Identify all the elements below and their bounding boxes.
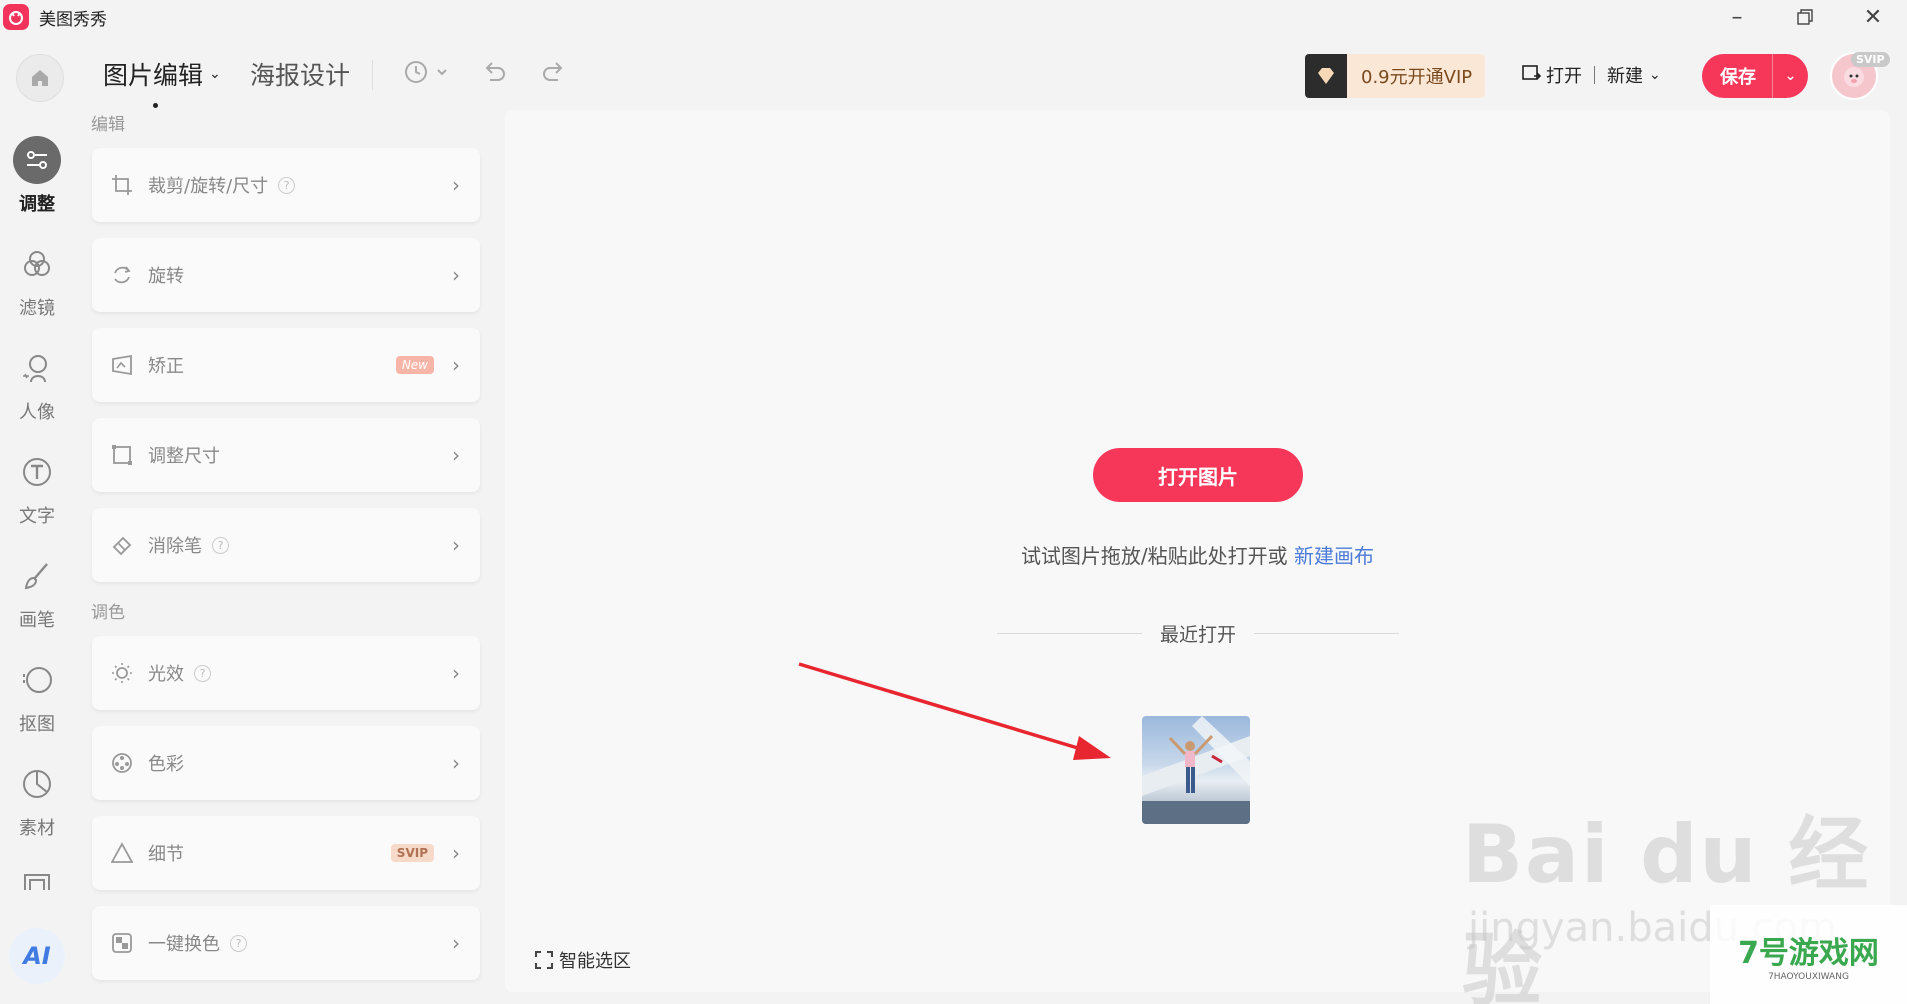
toolbar-divider bbox=[372, 60, 373, 90]
divider bbox=[997, 633, 1142, 634]
vip-button[interactable]: 0.9元开通VIP bbox=[1305, 54, 1485, 98]
tab-image-edit[interactable]: 图片编辑 ⌄ bbox=[103, 56, 221, 108]
detail-icon bbox=[110, 841, 134, 865]
rail-item-filter[interactable]: 滤镜 bbox=[0, 240, 74, 320]
panel-item-light[interactable]: 光效 ? › bbox=[92, 636, 480, 710]
active-tab-dot bbox=[153, 103, 158, 108]
history-icon[interactable] bbox=[402, 58, 448, 93]
open-new-group: 打开 新建 ⌄ bbox=[1522, 62, 1661, 88]
panel-item-correct[interactable]: 矫正 New › bbox=[92, 328, 480, 402]
section-title-color: 调色 bbox=[91, 603, 125, 623]
chevron-right-icon: › bbox=[452, 353, 460, 377]
rail-item-portrait[interactable]: 人像 bbox=[0, 344, 74, 424]
smart-select-button[interactable]: 智能选区 bbox=[535, 947, 631, 973]
chevron-down-icon: ⌄ bbox=[209, 66, 221, 82]
correct-icon bbox=[110, 353, 134, 377]
help-icon[interactable]: ? bbox=[212, 536, 229, 554]
help-icon[interactable]: ? bbox=[194, 664, 211, 682]
chevron-right-icon: › bbox=[452, 533, 460, 557]
chevron-right-icon: › bbox=[452, 443, 460, 467]
adjust-panel: 编辑 裁剪/旋转/尺寸 ? › 旋转 › 矫正 New › 调整尺寸 › 消除笔… bbox=[74, 110, 484, 1004]
svip-tag: SVIP bbox=[390, 844, 434, 862]
rail-item-adjust[interactable]: 调整 bbox=[0, 136, 74, 216]
panel-item-recolor[interactable]: 一键换色 ? › bbox=[92, 906, 480, 980]
undo-icon[interactable] bbox=[480, 58, 508, 93]
close-icon[interactable]: ✕ bbox=[1839, 0, 1907, 34]
chevron-right-icon: › bbox=[452, 263, 460, 287]
light-icon bbox=[110, 661, 134, 685]
color-icon bbox=[110, 751, 134, 775]
filter-icon bbox=[13, 240, 61, 288]
new-button[interactable]: 新建 bbox=[1607, 62, 1643, 88]
left-rail: 调整 滤镜 人像 文字 画笔 抠图 素材 AI bbox=[0, 130, 74, 1004]
home-icon bbox=[32, 70, 48, 86]
chevron-right-icon: › bbox=[452, 173, 460, 197]
panel-item-detail[interactable]: 细节 SVIP › bbox=[92, 816, 480, 890]
app-logo-icon bbox=[3, 4, 29, 30]
help-icon[interactable]: ? bbox=[278, 176, 296, 194]
rotate-icon bbox=[110, 263, 134, 287]
rail-item-text[interactable]: 文字 bbox=[0, 448, 74, 528]
brush-icon bbox=[13, 552, 61, 600]
chevron-down-icon[interactable]: ⌄ bbox=[1649, 67, 1661, 83]
text-icon bbox=[13, 448, 61, 496]
panel-item-crop[interactable]: 裁剪/旋转/尺寸 ? › bbox=[92, 148, 480, 222]
new-canvas-link[interactable]: 新建画布 bbox=[1294, 544, 1374, 568]
new-badge: New bbox=[395, 356, 434, 374]
panel-item-color[interactable]: 色彩 › bbox=[92, 726, 480, 800]
top-toolbar: 图片编辑 ⌄ 海报设计 0.9元开通VIP 打开 新建 ⌄ 保存 ⌄ SVIP bbox=[0, 36, 1907, 114]
rail-item-sticker[interactable]: 素材 bbox=[0, 760, 74, 840]
recolor-icon bbox=[110, 931, 134, 955]
divider bbox=[1594, 66, 1595, 84]
open-button[interactable]: 打开 bbox=[1546, 62, 1582, 88]
smart-select-icon bbox=[535, 951, 553, 969]
save-button[interactable]: 保存 ⌄ bbox=[1702, 54, 1808, 98]
chevron-right-icon: › bbox=[452, 661, 460, 685]
eraser-icon bbox=[110, 533, 134, 557]
panel-item-rotate[interactable]: 旋转 › bbox=[92, 238, 480, 312]
open-image-button[interactable]: 打开图片 bbox=[1093, 448, 1303, 502]
frame-icon bbox=[13, 872, 61, 890]
section-title-edit: 编辑 bbox=[91, 115, 125, 135]
recent-image-thumbnail[interactable] bbox=[1142, 716, 1250, 824]
rail-item-frame-partial[interactable] bbox=[0, 872, 74, 896]
rail-item-ai[interactable]: AI bbox=[0, 928, 74, 990]
divider bbox=[1254, 633, 1400, 634]
minimize-icon[interactable]: – bbox=[1703, 0, 1771, 34]
site-watermark: 7号游戏网 7HAOYOUXIWANG bbox=[1710, 905, 1907, 1004]
portrait-icon bbox=[13, 344, 61, 392]
ai-icon: AI bbox=[9, 928, 65, 984]
recent-header: 最近打开 bbox=[997, 620, 1400, 647]
save-dropdown-chevron-icon[interactable]: ⌄ bbox=[1772, 54, 1808, 98]
home-button[interactable] bbox=[16, 54, 64, 102]
chevron-right-icon: › bbox=[452, 841, 460, 865]
tab-poster-design[interactable]: 海报设计 bbox=[250, 56, 350, 92]
annotation-arrow bbox=[798, 662, 1111, 760]
rail-item-brush[interactable]: 画笔 bbox=[0, 552, 74, 632]
crop-icon bbox=[110, 173, 134, 197]
restore-icon[interactable] bbox=[1771, 0, 1839, 34]
panel-item-eraser[interactable]: 消除笔 ? › bbox=[92, 508, 480, 582]
open-file-icon[interactable] bbox=[1522, 64, 1542, 87]
redo-icon[interactable] bbox=[540, 58, 568, 93]
resize-icon bbox=[110, 443, 134, 467]
app-title: 美图秀秀 bbox=[39, 9, 107, 30]
sticker-icon bbox=[13, 760, 61, 808]
svip-badge: SVIP bbox=[1851, 52, 1890, 67]
panel-item-resize[interactable]: 调整尺寸 › bbox=[92, 418, 480, 492]
title-bar: 美图秀秀 – ✕ bbox=[0, 0, 1907, 34]
chevron-right-icon: › bbox=[452, 931, 460, 955]
help-icon[interactable]: ? bbox=[230, 934, 247, 952]
vip-diamond-icon bbox=[1305, 54, 1347, 98]
cutout-icon bbox=[13, 656, 61, 704]
chevron-right-icon: › bbox=[452, 751, 460, 775]
rail-item-cutout[interactable]: 抠图 bbox=[0, 656, 74, 736]
adjust-icon bbox=[13, 136, 61, 184]
drop-hint: 试试图片拖放/粘贴此处打开或 新建画布 bbox=[1020, 544, 1375, 568]
